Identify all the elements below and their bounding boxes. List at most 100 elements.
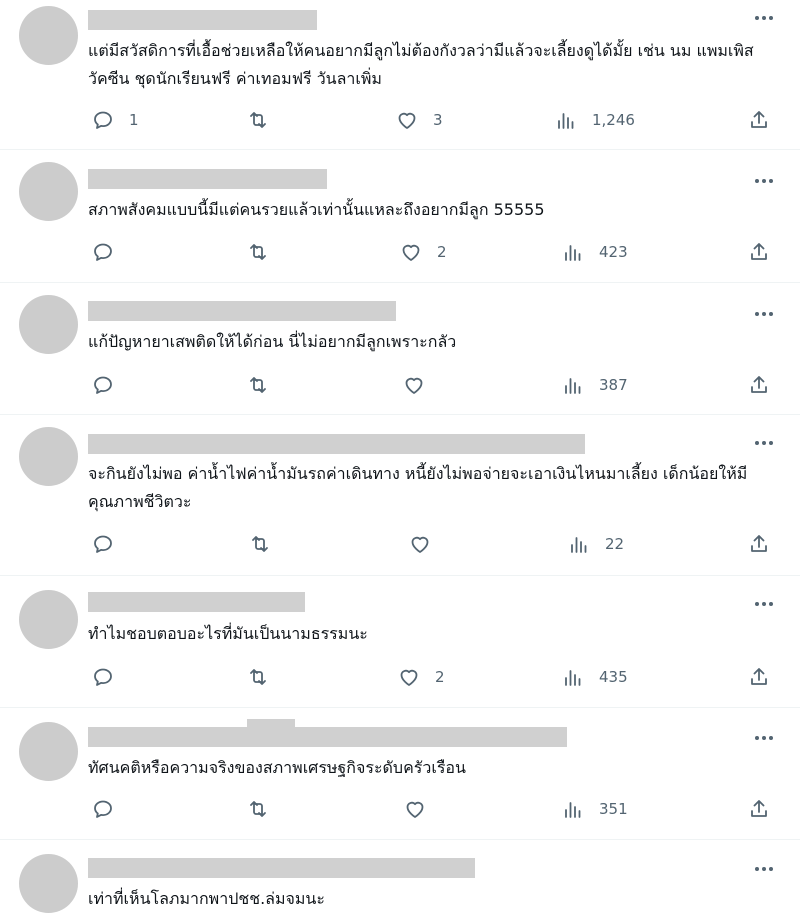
heart-icon <box>400 669 418 686</box>
share-icon <box>751 111 767 128</box>
share-button[interactable] <box>747 373 771 397</box>
reply-icon <box>94 800 112 818</box>
reply-icon <box>94 376 112 394</box>
views-count: 423 <box>599 243 628 261</box>
tweet: จะกินยังไม่พอ ค่าน้ำไฟค่าน้ำมันรถค่าเดิน… <box>0 415 800 576</box>
avatar[interactable] <box>19 6 78 65</box>
share-button[interactable] <box>747 532 771 556</box>
share-button[interactable] <box>747 108 771 132</box>
heart-icon <box>398 112 416 129</box>
tweet-text: แต่มีสวัสดิการที่เอื้อช่วยเหลือให้คนอยาก… <box>88 41 754 88</box>
avatar[interactable] <box>19 162 78 221</box>
avatar[interactable] <box>19 854 78 913</box>
share-icon <box>751 800 767 817</box>
retweet-button[interactable] <box>248 532 286 556</box>
views-icon <box>571 537 587 553</box>
heart-icon <box>402 244 420 261</box>
retweet-button[interactable] <box>246 665 284 689</box>
author-name-redacted <box>88 10 317 30</box>
reply-button[interactable] <box>91 373 129 397</box>
retweet-icon <box>252 536 268 552</box>
avatar[interactable] <box>19 295 78 354</box>
tweet-actions: 22 <box>88 532 778 556</box>
more-button[interactable] <box>752 171 776 191</box>
like-button[interactable] <box>402 373 440 397</box>
tweet-text: เท่าที่เห็นโลภมากพาปชช.ล่มจมนะ <box>88 889 325 908</box>
author-name-redacted <box>88 434 585 454</box>
reply-count: 1 <box>129 111 139 129</box>
share-icon <box>751 376 767 393</box>
author-name-redacted <box>88 592 305 612</box>
tweet-actions: 351 <box>88 797 778 821</box>
reply-button[interactable] <box>91 665 129 689</box>
author-name-redacted <box>247 719 295 727</box>
like-button[interactable]: 2 <box>399 240 447 264</box>
reply-button[interactable] <box>91 240 129 264</box>
like-button[interactable] <box>403 797 441 821</box>
retweet-button[interactable] <box>246 373 284 397</box>
tweet-actions: 2 435 <box>88 665 778 689</box>
reply-button[interactable] <box>91 797 129 821</box>
avatar[interactable] <box>19 590 78 649</box>
more-button[interactable] <box>752 8 776 28</box>
reply-button[interactable] <box>91 532 129 556</box>
author-name-redacted <box>88 858 475 878</box>
share-button[interactable] <box>747 665 771 689</box>
views-button[interactable]: 387 <box>561 373 628 397</box>
retweet-button[interactable] <box>246 108 284 132</box>
like-count: 3 <box>433 111 443 129</box>
avatar[interactable] <box>19 427 78 486</box>
heart-icon <box>411 536 429 553</box>
like-button[interactable] <box>408 532 446 556</box>
retweet-icon <box>250 377 266 393</box>
tweet: ทำไมชอบตอบอะไรที่มันเป็นนามธรรมนะ 2 435 <box>0 576 800 708</box>
more-button[interactable] <box>752 304 776 324</box>
views-count: 387 <box>599 376 628 394</box>
more-icon <box>755 16 773 20</box>
views-count: 1,246 <box>592 111 635 129</box>
more-icon <box>755 867 773 871</box>
more-button[interactable] <box>752 859 776 879</box>
views-icon <box>565 378 581 394</box>
like-button[interactable]: 2 <box>397 665 445 689</box>
like-count: 2 <box>437 243 447 261</box>
retweet-button[interactable] <box>246 797 284 821</box>
share-button[interactable] <box>747 797 771 821</box>
author-name-redacted <box>88 301 396 321</box>
views-icon <box>565 802 581 818</box>
views-icon <box>565 245 581 261</box>
views-button[interactable]: 22 <box>567 532 624 556</box>
more-button[interactable] <box>752 433 776 453</box>
tweet-text: ทำไมชอบตอบอะไรที่มันเป็นนามธรรมนะ <box>88 624 368 643</box>
tweet-text: แก้ปัญหายาเสพติดให้ได้ก่อน นี่ไม่อยากมีล… <box>88 332 457 351</box>
views-button[interactable]: 351 <box>561 797 628 821</box>
tweet-actions: 387 <box>88 373 778 397</box>
views-button[interactable]: 423 <box>561 240 628 264</box>
tweet: ทัศนคติหรือความจริงของสภาพเศรษฐกิจระดับค… <box>0 708 800 840</box>
tweet-actions: 1 3 1,246 <box>88 108 778 132</box>
heart-icon <box>405 377 423 394</box>
avatar[interactable] <box>19 722 78 781</box>
like-button[interactable]: 3 <box>395 108 443 132</box>
retweet-button[interactable] <box>246 240 284 264</box>
more-button[interactable] <box>752 594 776 614</box>
reply-icon <box>94 111 112 129</box>
tweet-actions: 2 423 <box>88 240 778 264</box>
more-icon <box>755 441 773 445</box>
views-count: 351 <box>599 800 628 818</box>
more-button[interactable] <box>752 728 776 748</box>
retweet-icon <box>250 669 266 685</box>
tweet-text: จะกินยังไม่พอ ค่าน้ำไฟค่าน้ำมันรถค่าเดิน… <box>88 464 748 511</box>
retweet-icon <box>250 244 266 260</box>
views-button[interactable]: 1,246 <box>554 108 635 132</box>
tweet: เท่าที่เห็นโลภมากพาปชช.ล่มจมนะ <box>0 840 800 923</box>
reply-button[interactable]: 1 <box>91 108 139 132</box>
tweet: แก้ปัญหายาเสพติดให้ได้ก่อน นี่ไม่อยากมีล… <box>0 283 800 415</box>
share-button[interactable] <box>747 240 771 264</box>
more-icon <box>755 736 773 740</box>
heart-icon <box>406 801 424 818</box>
share-icon <box>751 243 767 260</box>
tweet: แต่มีสวัสดิการที่เอื้อช่วยเหลือให้คนอยาก… <box>0 0 800 150</box>
views-button[interactable]: 435 <box>561 665 628 689</box>
tweet-text: สภาพสังคมแบบนี้มีแต่คนรวยแล้วเท่านั้นแหล… <box>88 200 545 219</box>
